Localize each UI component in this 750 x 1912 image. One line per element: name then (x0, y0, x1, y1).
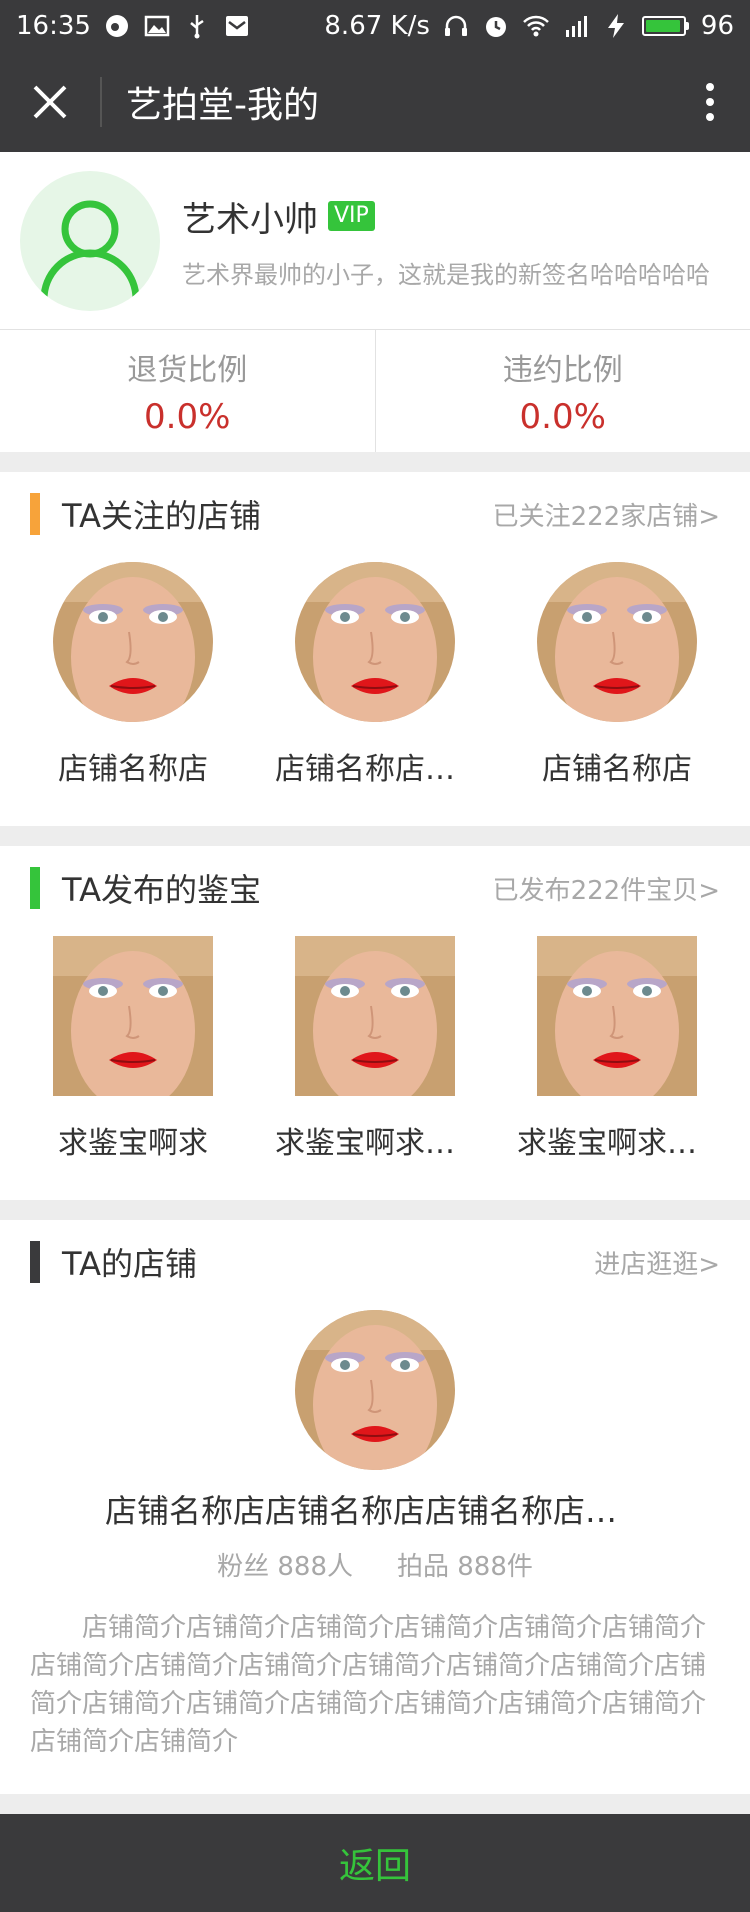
section-title: TA的店铺 (62, 1245, 197, 1283)
appraisal-thumbnail (295, 936, 455, 1096)
stat-value: 0.0% (144, 397, 231, 437)
charging-icon (602, 12, 630, 40)
followed-shops-section: TA关注的店铺 已关注222家店铺> 店铺名称店 店铺名称店铺名称 店铺名称店 (0, 472, 750, 826)
stat-label: 退货比例 (127, 353, 248, 388)
avatar[interactable] (20, 170, 160, 311)
headphones-icon (442, 12, 470, 40)
stats-row: 退货比例 0.0% 违约比例 0.0% (0, 330, 750, 452)
visit-shop-link[interactable]: 进店逛逛> (594, 1244, 720, 1281)
weibo-icon (103, 12, 131, 40)
appraisal-title: 求鉴宝啊求鉴宝啊 (275, 1126, 475, 1161)
shop-name: 店铺名称店店铺名称店店铺名称店铺名称 (105, 1492, 645, 1530)
portrait-image (53, 936, 213, 1096)
section-marker (30, 1241, 40, 1283)
vip-badge: VIP (328, 201, 375, 231)
portrait-image (53, 562, 213, 722)
published-section: TA发布的鉴宝 已发布222件宝贝> 求鉴宝啊求 求鉴宝啊求鉴宝啊 求鉴宝啊求鉴… (0, 846, 750, 1200)
more-button[interactable] (670, 52, 750, 152)
battery-indicator (641, 16, 689, 36)
shop-thumbnail (53, 562, 213, 722)
alarm-icon (482, 12, 510, 40)
back-label: 返回 (338, 1846, 411, 1887)
close-button[interactable] (0, 52, 100, 152)
shop-thumbnail (295, 562, 455, 722)
shop-item[interactable]: 店铺名称店 (28, 562, 238, 788)
appraisal-item[interactable]: 求鉴宝啊求鉴宝啊 (270, 936, 480, 1162)
shop-description: 店铺简介店铺简介店铺简介店铺简介店铺简介店铺简介店铺简介店铺简介店铺简介店铺简介… (30, 1613, 707, 1757)
shop-meta: 粉丝 888人 拍品 888件 (217, 1546, 533, 1583)
portrait-image (295, 562, 455, 722)
usb-icon (183, 12, 211, 40)
mail-icon (223, 12, 251, 40)
section-title: TA发布的鉴宝 (62, 871, 261, 909)
signal-icon (562, 12, 590, 40)
published-count-link[interactable]: 已发布222件宝贝> (493, 870, 720, 907)
back-button[interactable]: 返回 (0, 1814, 750, 1912)
shop-name: 店铺名称店 (58, 752, 208, 787)
shop-items: 拍品 888件 (397, 1552, 533, 1582)
appraisal-thumbnail (53, 936, 213, 1096)
close-icon (33, 85, 67, 119)
section-title: TA关注的店铺 (62, 497, 261, 535)
shop-section: TA的店铺 进店逛逛> 店铺名称店店铺名称店店铺名称店铺名称 粉丝 888人 拍… (0, 1220, 750, 1794)
stat-return-rate: 退货比例 0.0% (0, 330, 375, 452)
shop-logo[interactable] (295, 1310, 455, 1470)
more-vertical-icon (706, 83, 714, 121)
shop-name: 店铺名称店铺名称 (275, 752, 475, 787)
wifi-icon (522, 12, 550, 40)
status-time: 16:35 (16, 11, 91, 41)
image-icon (143, 12, 171, 40)
portrait-image (537, 936, 697, 1096)
followed-count-link[interactable]: 已关注222家店铺> (493, 496, 720, 533)
user-icon (40, 200, 140, 299)
network-speed: 8.67 K/s (324, 11, 430, 41)
appraisal-title: 求鉴宝啊求 (58, 1126, 208, 1161)
shop-thumbnail (537, 562, 697, 722)
title-divider (100, 77, 102, 127)
stat-default-rate: 违约比例 0.0% (374, 330, 750, 452)
stat-label: 违约比例 (502, 353, 623, 388)
shop-name: 店铺名称店 (542, 752, 692, 787)
appraisal-thumbnail (537, 936, 697, 1096)
appraisal-title: 求鉴宝啊求鉴宝啊 (517, 1126, 717, 1161)
section-marker (30, 867, 40, 909)
portrait-image (295, 936, 455, 1096)
title-bar: 艺拍堂-我的 (0, 52, 750, 152)
shop-fans: 粉丝 888人 (217, 1552, 353, 1582)
stat-value: 0.0% (519, 397, 606, 437)
portrait-image (295, 1310, 455, 1470)
battery-level: 96 (700, 11, 734, 41)
username: 艺术小帅 (182, 199, 318, 240)
section-marker (30, 493, 40, 535)
page-title: 艺拍堂-我的 (126, 85, 319, 126)
profile-info: 艺术小帅 VIP 艺术界最帅的小子，这就是我的新签名哈哈哈哈哈 (182, 192, 750, 290)
status-bar: 16:35 8.67 K/s 96 (0, 0, 750, 52)
appraisal-item[interactable]: 求鉴宝啊求 (28, 936, 238, 1162)
portrait-image (537, 562, 697, 722)
shop-item[interactable]: 店铺名称店 (512, 562, 722, 788)
shop-item[interactable]: 店铺名称店铺名称 (270, 562, 480, 788)
profile-card: 艺术小帅 VIP 艺术界最帅的小子，这就是我的新签名哈哈哈哈哈 (0, 152, 750, 330)
appraisal-item[interactable]: 求鉴宝啊求鉴宝啊 (512, 936, 722, 1162)
signature: 艺术界最帅的小子，这就是我的新签名哈哈哈哈哈 (182, 260, 710, 289)
